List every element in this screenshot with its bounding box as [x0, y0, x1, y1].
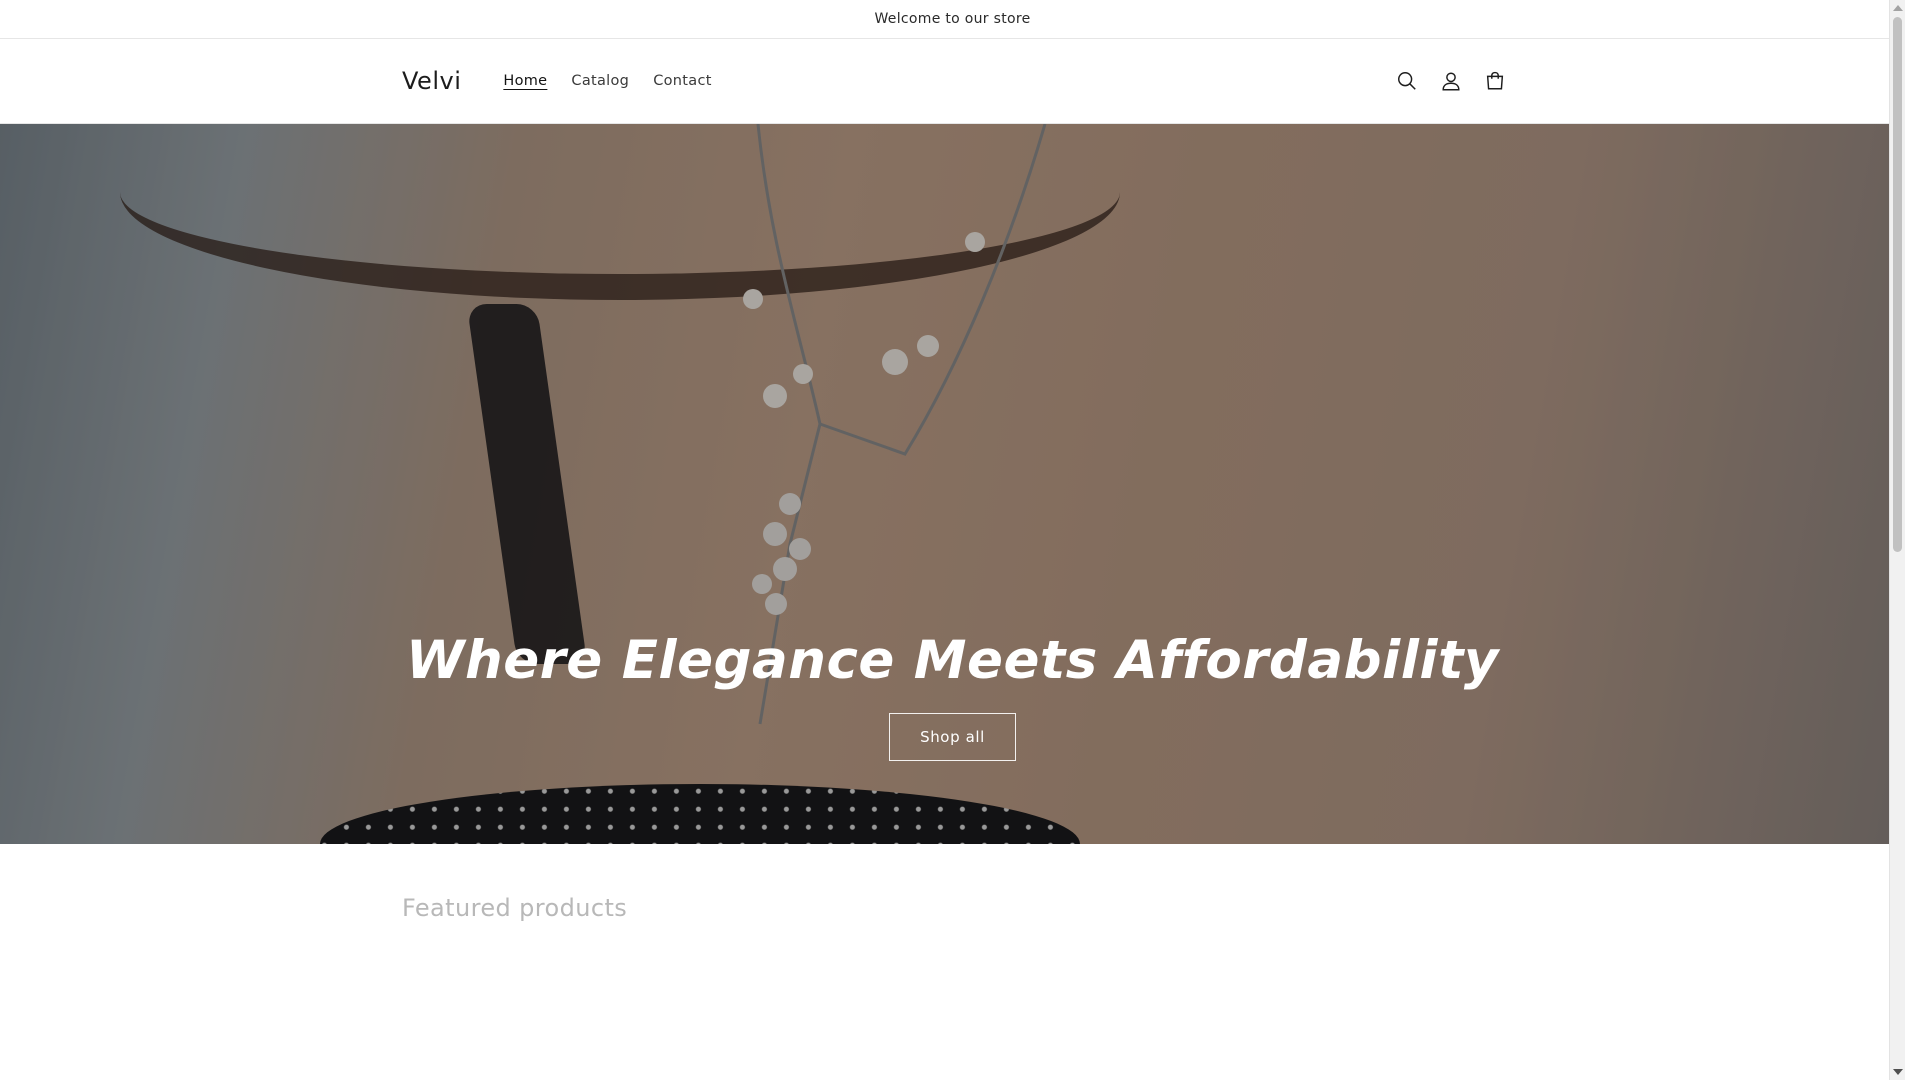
page: Welcome to our store Velvi Home Catalog … [0, 0, 1905, 1080]
search-icon [1398, 72, 1416, 90]
scroll-down-arrow-icon[interactable] [1893, 1069, 1903, 1075]
scroll-up-arrow-icon[interactable] [1893, 5, 1903, 11]
nav-item-contact[interactable]: Contact [641, 65, 724, 97]
announcement-bar: Welcome to our store [0, 0, 1905, 39]
cart-button[interactable] [1477, 63, 1513, 99]
nav-item-home[interactable]: Home [491, 65, 559, 97]
header-icons [1389, 63, 1513, 99]
announcement-text: Welcome to our store [874, 11, 1031, 27]
site-header: Velvi Home Catalog Contact [0, 39, 1905, 124]
featured-products-section: Featured products [0, 844, 1905, 1078]
main-nav: Home Catalog Contact [491, 65, 723, 97]
hero-banner: Where Elegance Meets Affordability Shop … [0, 124, 1905, 844]
featured-products-title: Featured products [402, 894, 628, 922]
account-icon [1442, 72, 1460, 91]
shop-all-button[interactable]: Shop all [889, 712, 1016, 761]
store-logo[interactable]: Velvi [402, 67, 461, 95]
header-inner: Velvi Home Catalog Contact [402, 39, 1504, 123]
cart-icon [1486, 71, 1504, 90]
account-button[interactable] [1433, 63, 1469, 99]
scrollbar-thumb[interactable] [1893, 17, 1902, 552]
nav-item-catalog[interactable]: Catalog [559, 65, 641, 97]
hero-content: Where Elegance Meets Affordability Shop … [0, 629, 1905, 761]
vertical-scrollbar[interactable] [1889, 0, 1905, 1080]
search-button[interactable] [1389, 63, 1425, 99]
hero-title: Where Elegance Meets Affordability [406, 630, 1499, 691]
